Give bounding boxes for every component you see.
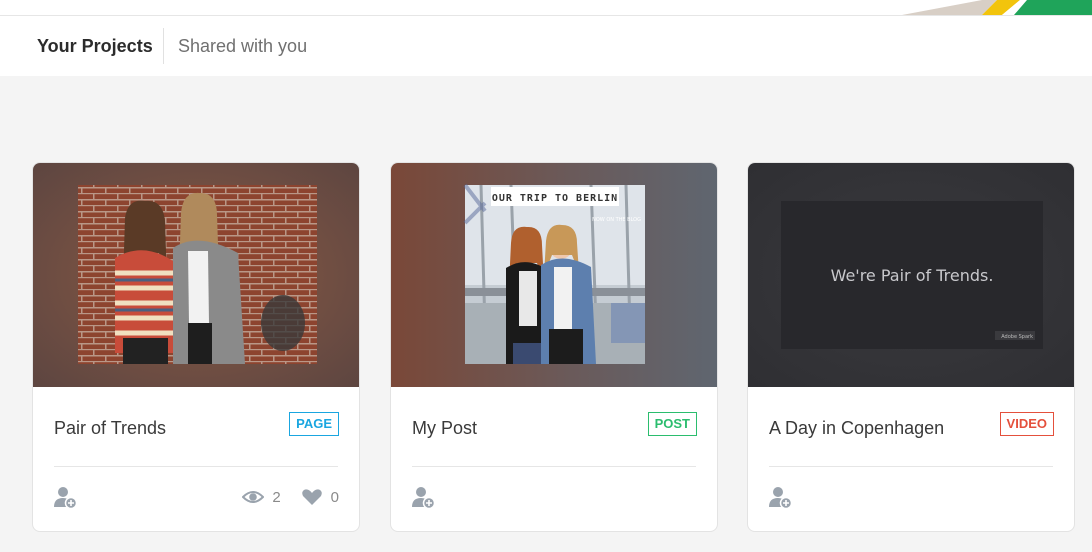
project-tabs: Your Projects Shared with you [0,16,1092,76]
project-title[interactable]: My Post [412,418,477,439]
card-divider [769,466,1053,467]
project-stats: 2 0 [242,485,339,509]
card-divider [412,466,696,467]
tab-shared-with-you[interactable]: Shared with you [178,16,307,76]
project-title[interactable]: Pair of Trends [54,418,166,439]
like-count: 0 [330,488,339,506]
banner-decoration [902,0,1092,15]
view-count: 2 [272,488,281,506]
project-thumbnail[interactable] [33,163,359,387]
thumbnail-watermark: Adobe Spark [1001,334,1033,340]
project-card-a-day-in-copenhagen[interactable]: We're Pair of Trends. Adobe Spark A Day … [747,162,1075,532]
project-thumbnail[interactable]: We're Pair of Trends. Adobe Spark [748,163,1074,387]
thumbnail-text: We're Pair of Trends. [831,266,994,285]
thumbnail-image: We're Pair of Trends. Adobe Spark [748,163,1074,387]
top-banner-strip [0,0,1092,16]
project-title[interactable]: A Day in Copenhagen [769,418,944,439]
project-type-badge: POST [647,412,697,436]
thumbnail-heading: OUR TRIP TO BERLIN [492,193,618,204]
tab-divider [163,28,164,64]
thumbnail-subheading: NOW ON THE BLOG [592,217,641,223]
heart-icon[interactable] [301,488,323,506]
thumbnail-image: OUR TRIP TO BERLIN NOW ON THE BLOG [391,163,717,387]
add-collaborator-icon[interactable] [769,485,793,509]
project-card-pair-of-trends[interactable]: Pair of Trends PAGE 2 0 [32,162,360,532]
project-type-badge: VIDEO [999,412,1054,436]
eye-icon [242,491,265,503]
add-collaborator-icon[interactable] [54,485,78,509]
add-collaborator-icon[interactable] [412,485,436,509]
project-type-badge: PAGE [289,412,339,436]
project-card-my-post[interactable]: OUR TRIP TO BERLIN NOW ON THE BLOG My Po… [390,162,718,532]
project-thumbnail[interactable]: OUR TRIP TO BERLIN NOW ON THE BLOG [391,163,717,387]
card-divider [54,466,338,467]
tab-your-projects[interactable]: Your Projects [37,16,153,76]
thumbnail-image [33,163,359,387]
